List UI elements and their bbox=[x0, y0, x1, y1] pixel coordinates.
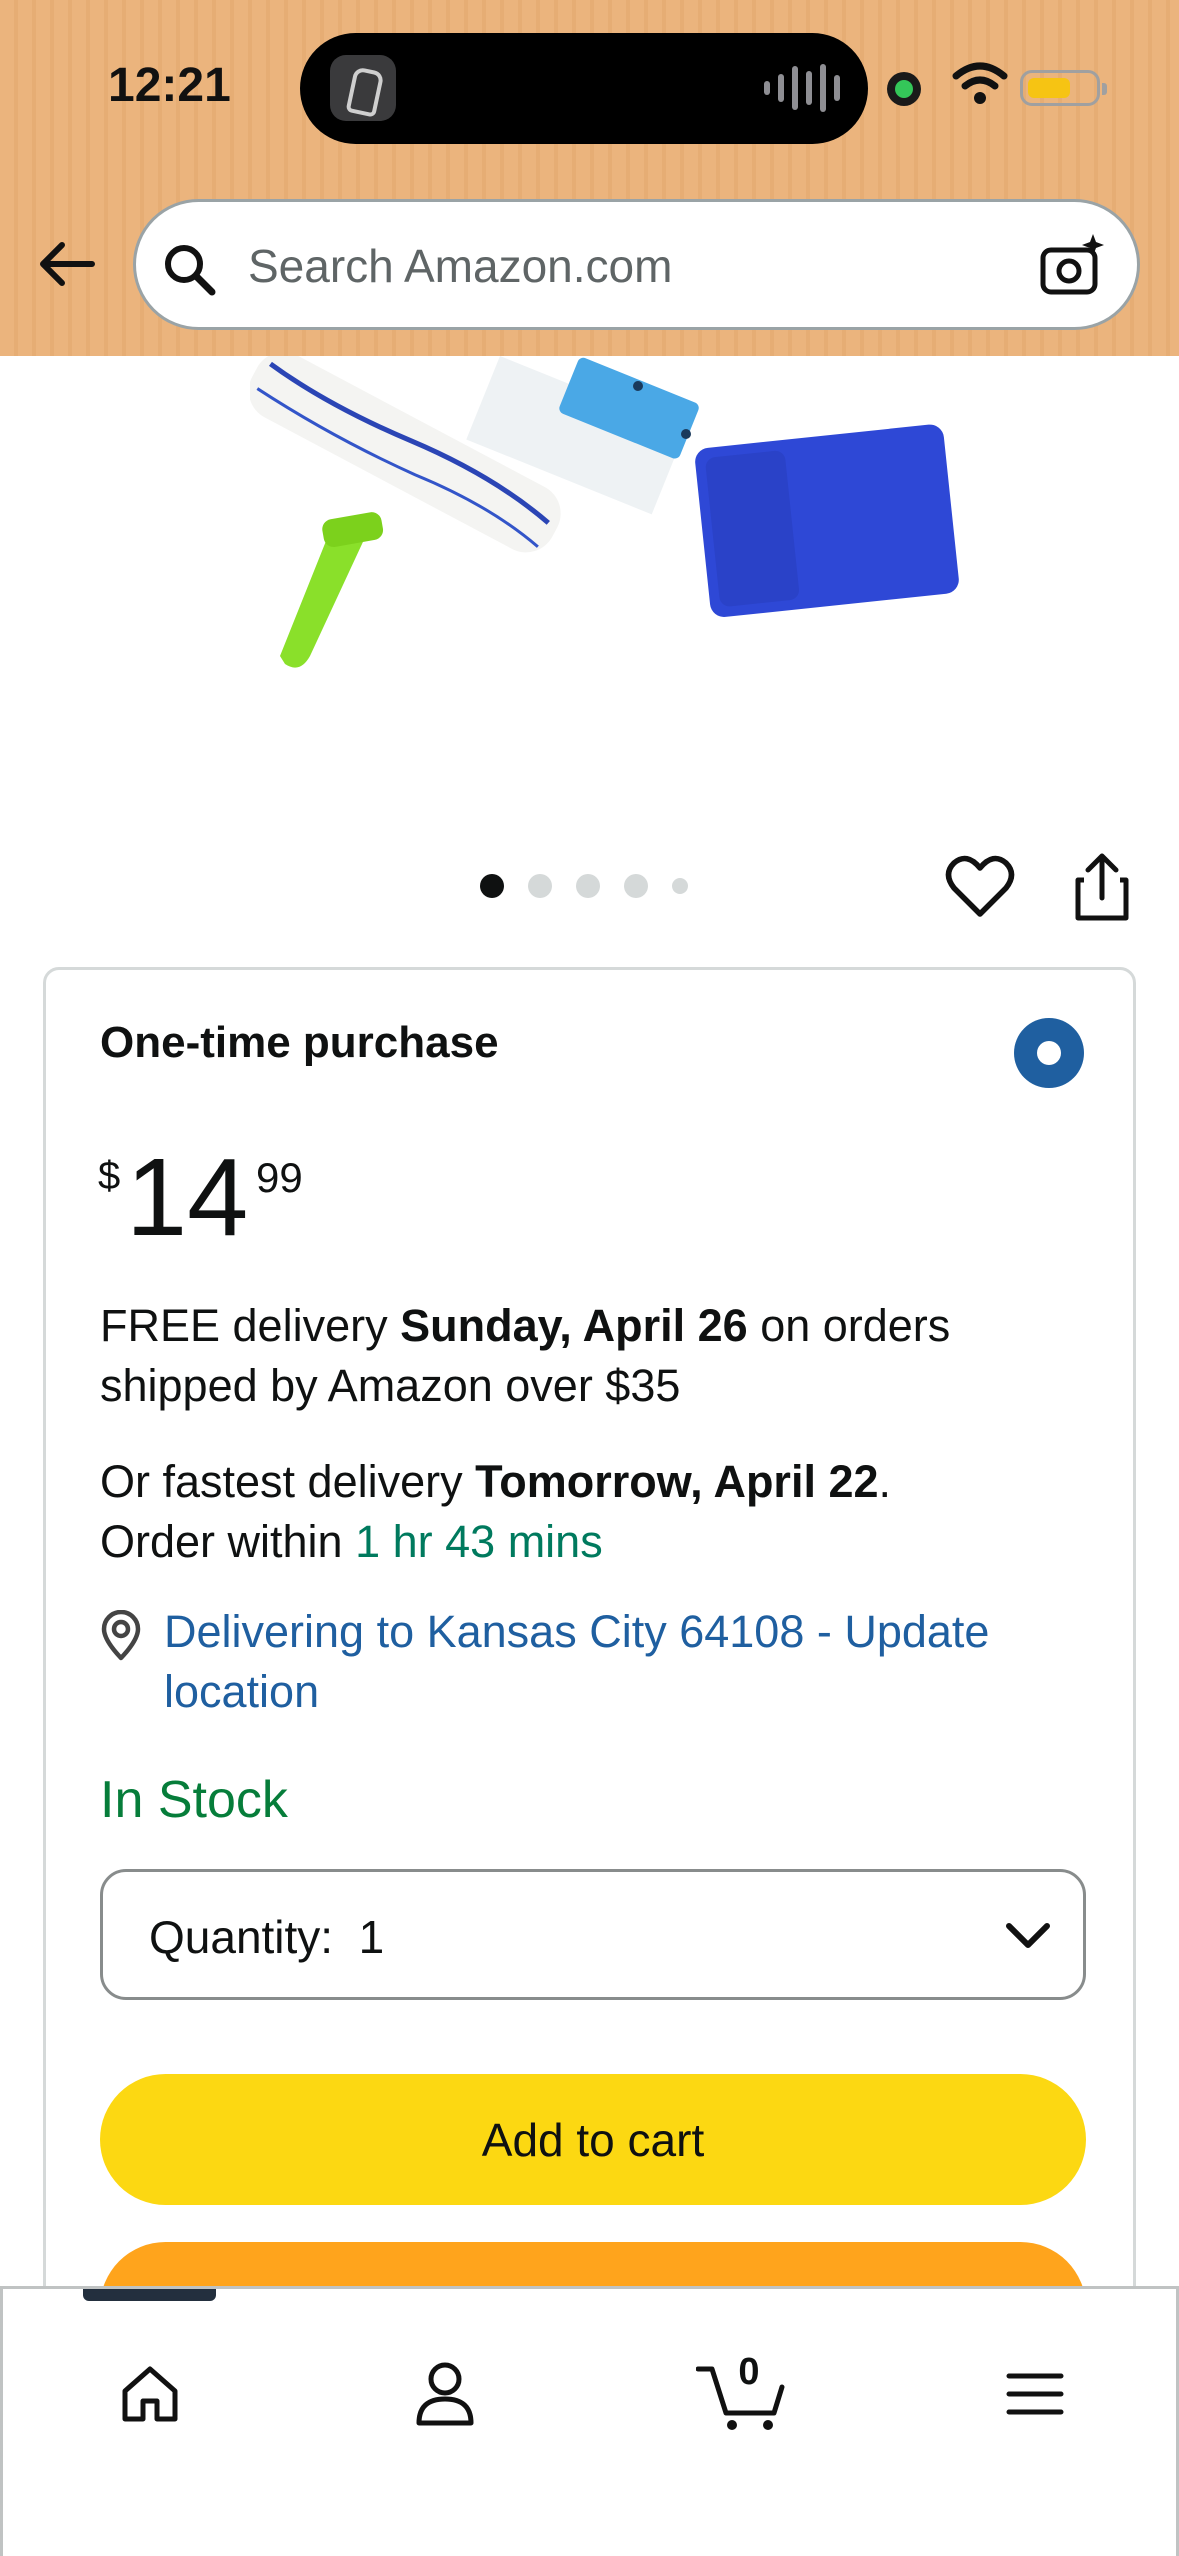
camera-in-use-indicator-icon bbox=[887, 72, 921, 106]
search-bar[interactable] bbox=[133, 199, 1140, 330]
free-delivery-prefix: FREE delivery bbox=[100, 1300, 401, 1351]
delivery-location-link[interactable]: Delivering to Kansas City 64108 - Update… bbox=[164, 1602, 1084, 1722]
fastest-delivery-date: Tomorrow, April 22 bbox=[475, 1456, 879, 1507]
carousel-dot-2[interactable] bbox=[528, 874, 552, 898]
chevron-down-icon bbox=[1006, 1923, 1050, 1948]
dynamic-island[interactable] bbox=[300, 33, 868, 144]
status-time: 12:21 bbox=[108, 59, 231, 112]
bottom-tab-bar: 0 bbox=[0, 2286, 1179, 2556]
cart-count-badge: 0 bbox=[738, 2351, 760, 2393]
price-whole: 14 bbox=[126, 1136, 249, 1259]
free-delivery-info: FREE delivery Sunday, April 26 on orders… bbox=[100, 1296, 1100, 1416]
price-fraction: 99 bbox=[256, 1154, 303, 1201]
now-playing-app-icon bbox=[330, 55, 396, 121]
carousel-dot-5[interactable] bbox=[672, 878, 688, 894]
tab-account[interactable] bbox=[395, 2349, 495, 2439]
tab-menu[interactable] bbox=[985, 2349, 1085, 2439]
account-icon bbox=[416, 2362, 474, 2426]
camera-search-icon[interactable] bbox=[1037, 232, 1107, 302]
menu-icon bbox=[1006, 2373, 1064, 2415]
header: 12:21 bbox=[0, 0, 1179, 356]
product-image[interactable] bbox=[250, 356, 1030, 776]
search-icon bbox=[165, 245, 216, 296]
stock-status: In Stock bbox=[100, 1771, 288, 1829]
carousel-dot-4[interactable] bbox=[624, 874, 648, 898]
back-button[interactable] bbox=[30, 228, 102, 300]
quantity-select[interactable]: Quantity: 1 bbox=[100, 1869, 1086, 2000]
purchase-option-radio[interactable] bbox=[1014, 1018, 1084, 1088]
price-symbol: $ bbox=[98, 1154, 121, 1198]
search-input[interactable] bbox=[248, 230, 1008, 302]
audio-waveform-icon bbox=[764, 63, 840, 113]
quantity-display: Quantity: 1 bbox=[149, 1910, 384, 1964]
delivery-countdown: 1 hr 43 mins bbox=[355, 1516, 603, 1567]
share-icon[interactable] bbox=[1072, 850, 1132, 924]
free-delivery-date: Sunday, April 26 bbox=[400, 1300, 748, 1351]
wifi-icon bbox=[952, 62, 1008, 104]
home-icon bbox=[122, 2366, 178, 2422]
add-to-cart-button[interactable]: Add to cart bbox=[100, 2074, 1086, 2205]
battery-icon bbox=[1020, 70, 1107, 106]
active-tab-indicator bbox=[83, 2289, 216, 2301]
image-carousel-dots[interactable] bbox=[480, 874, 688, 898]
quantity-label: Quantity: bbox=[149, 1911, 334, 1963]
carousel-dot-1[interactable] bbox=[480, 874, 504, 898]
carousel-dot-3[interactable] bbox=[576, 874, 600, 898]
back-arrow-icon bbox=[40, 242, 95, 286]
purchase-option-title: One-time purchase bbox=[100, 1018, 499, 1067]
tab-home[interactable] bbox=[100, 2349, 200, 2439]
location-pin-icon bbox=[101, 1610, 141, 1661]
quantity-value: 1 bbox=[358, 1911, 385, 1963]
fastest-delivery-period: . bbox=[878, 1456, 892, 1507]
fastest-delivery-prefix: Or fastest delivery bbox=[100, 1456, 476, 1507]
tab-cart[interactable]: 0 bbox=[691, 2349, 791, 2439]
buy-box: One-time purchase $ 14 99 FREE delivery … bbox=[43, 967, 1136, 2373]
order-within-label: Order within bbox=[100, 1516, 356, 1567]
fastest-delivery-info: Or fastest delivery Tomorrow, April 22. O… bbox=[100, 1452, 1100, 1572]
wishlist-heart-icon[interactable] bbox=[945, 852, 1015, 922]
